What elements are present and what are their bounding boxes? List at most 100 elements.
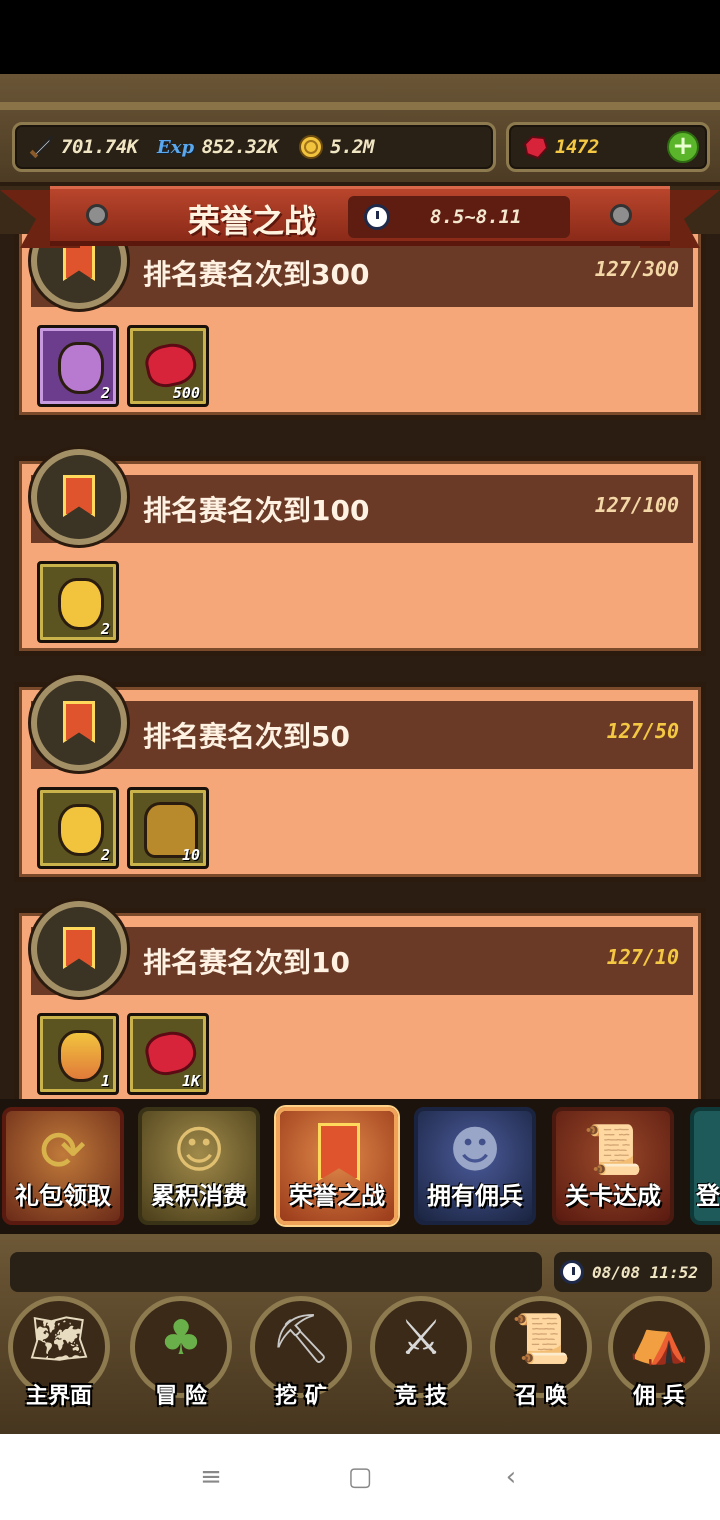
gold-value: 5.2M bbox=[330, 136, 374, 158]
nav-summon[interactable]: 📜 召 唤 bbox=[484, 1296, 598, 1410]
purple-bag-icon bbox=[58, 342, 104, 394]
reward-list: 2 10 bbox=[37, 787, 209, 869]
gold-bag-icon bbox=[58, 578, 104, 630]
mission-progress: 127/50 bbox=[606, 719, 679, 743]
clock-icon bbox=[560, 1260, 584, 1284]
bottom-nav: 08/08 11:52 🗺 主界面 ♣ 冒 险 ⛏ 挖 矿 ⚔ 竞 技 📜 召 … bbox=[0, 1234, 720, 1434]
attack-value: 701.74K bbox=[61, 136, 138, 158]
game-screen: 701.74K Exp 852.32K 5.2M 1472 + 排名赛名次到30… bbox=[0, 74, 720, 1434]
mission-card-2: 排名赛名次到100 127/100 2 bbox=[14, 449, 706, 656]
tab-label: 拥有佣兵 bbox=[427, 1182, 523, 1210]
ruby-icon bbox=[519, 131, 551, 163]
exp-stat: Exp 852.32K bbox=[154, 131, 279, 163]
mission-card-1: 排名赛名次到300 127/300 2 500 bbox=[14, 234, 706, 420]
currency-panel: 701.74K Exp 852.32K 5.2M bbox=[12, 122, 496, 172]
nav-mining[interactable]: ⛏ 挖 矿 bbox=[244, 1296, 358, 1410]
nav-label: 竞 技 bbox=[395, 1384, 447, 1409]
gem-panel: 1472 + bbox=[506, 122, 710, 172]
mission-header: 排名赛名次到50 127/50 bbox=[31, 701, 693, 769]
mission-progress: 127/10 bbox=[606, 945, 679, 969]
clock-display: 08/08 11:52 bbox=[554, 1252, 712, 1292]
tab-cumulative-spend[interactable]: ☺ 累积消费 bbox=[138, 1107, 260, 1225]
nav-arena[interactable]: ⚔ 竞 技 bbox=[364, 1296, 478, 1410]
nav-adventure[interactable]: ♣ 冒 险 bbox=[124, 1296, 238, 1410]
tab-label: 礼包领取 bbox=[15, 1182, 111, 1210]
mixed-bag-icon bbox=[58, 1030, 104, 1082]
nav-main-screen[interactable]: 🗺 主界面 bbox=[2, 1296, 116, 1410]
page-title: 荣誉之战 bbox=[188, 202, 317, 240]
reward-slot[interactable]: 2 bbox=[37, 325, 119, 407]
tab-label: 关卡达成 bbox=[565, 1182, 661, 1210]
reward-slot[interactable]: 2 bbox=[37, 787, 119, 869]
time-text: 08/08 11:52 bbox=[592, 1262, 698, 1282]
reward-slot[interactable]: 500 bbox=[127, 325, 209, 407]
status-bar bbox=[0, 0, 720, 74]
tab-honor-battle[interactable]: 荣誉之战 bbox=[276, 1107, 398, 1225]
reward-count: 2 bbox=[100, 620, 110, 638]
mission-card-3: 排名赛名次到50 127/50 2 10 bbox=[14, 675, 706, 882]
banner-medal-icon bbox=[31, 901, 127, 997]
date-range-text: 8.5~8.11 bbox=[430, 206, 522, 228]
mission-header: 排名赛名次到10 127/10 bbox=[31, 927, 693, 995]
exp-icon: Exp bbox=[157, 136, 195, 158]
tab-label: 累积消费 bbox=[151, 1182, 247, 1210]
reward-list: 1 1K bbox=[37, 1013, 209, 1095]
tab-stage-achievement[interactable]: 📜 关卡达成 bbox=[552, 1107, 674, 1225]
tab-label: 登 bbox=[696, 1182, 720, 1210]
tent-icon: ⛺ bbox=[629, 1311, 689, 1367]
message-ticker bbox=[10, 1252, 542, 1292]
tab-label: 荣誉之战 bbox=[289, 1182, 385, 1210]
add-gems-button[interactable]: + bbox=[667, 131, 699, 163]
mission-header: 排名赛名次到100 127/100 bbox=[31, 475, 693, 543]
mission-progress: 127/100 bbox=[594, 493, 679, 517]
sword-icon bbox=[25, 131, 57, 163]
android-nav-bar: ≡ ▢ ‹ bbox=[0, 1434, 720, 1520]
mission-card-4: 排名赛名次到10 127/10 1 1K bbox=[14, 901, 706, 1099]
nav-label: 冒 险 bbox=[155, 1384, 207, 1409]
event-tabs: ⟳ 礼包领取 ☺ 累积消费 荣誉之战 ☻ 拥有佣兵 📜 关卡达成 登 bbox=[0, 1099, 720, 1234]
reward-count: 2 bbox=[100, 384, 110, 402]
map-scroll-icon: 🗺 bbox=[28, 1311, 90, 1367]
gem-stat: 1472 bbox=[519, 131, 599, 163]
mission-title: 排名赛名次到10 bbox=[143, 946, 350, 979]
mission-list[interactable]: 排名赛名次到300 127/300 2 500 排名赛名次到100 127/10… bbox=[0, 234, 720, 1099]
mission-progress: 127/300 bbox=[594, 257, 679, 281]
menu-icon[interactable]: ≡ bbox=[196, 1462, 226, 1492]
mercenary-portrait-icon: ☻ bbox=[448, 1121, 502, 1179]
home-icon[interactable]: ▢ bbox=[345, 1462, 375, 1492]
tab-login[interactable]: 登 bbox=[690, 1107, 720, 1225]
tab-gift-pack[interactable]: ⟳ 礼包领取 bbox=[2, 1107, 124, 1225]
banner-medal-icon bbox=[31, 675, 127, 771]
tab-owned-mercenaries[interactable]: ☻ 拥有佣兵 bbox=[414, 1107, 536, 1225]
reward-count: 1 bbox=[100, 1072, 110, 1090]
reward-count: 1K bbox=[181, 1072, 200, 1090]
scroll-icon: 📜 bbox=[583, 1122, 643, 1178]
gem-value: 1472 bbox=[555, 136, 599, 158]
reward-slot[interactable]: 10 bbox=[127, 787, 209, 869]
refresh-icon: ⟳ bbox=[39, 1119, 87, 1184]
nav-label: 挖 矿 bbox=[275, 1384, 327, 1409]
back-icon[interactable]: ‹ bbox=[496, 1462, 526, 1492]
event-banner: 荣誉之战 8.5~8.11 bbox=[0, 186, 720, 256]
reward-slot[interactable]: 2 bbox=[37, 561, 119, 643]
event-date-range: 8.5~8.11 bbox=[348, 196, 570, 238]
nav-label: 主界面 bbox=[25, 1384, 92, 1409]
reward-list: 2 bbox=[37, 561, 119, 643]
attack-stat: 701.74K bbox=[25, 131, 138, 163]
nav-label: 召 唤 bbox=[515, 1384, 567, 1409]
reward-slot[interactable]: 1K bbox=[127, 1013, 209, 1095]
mission-title: 排名赛名次到50 bbox=[143, 720, 350, 753]
gold-bag-icon bbox=[58, 804, 104, 856]
coin-icon bbox=[294, 131, 326, 163]
bolt-icon bbox=[610, 204, 632, 226]
crossed-swords-icon: ⚔ bbox=[399, 1310, 443, 1366]
reward-slot[interactable]: 1 bbox=[37, 1013, 119, 1095]
island-icon: ♣ bbox=[159, 1310, 203, 1366]
summon-scroll-icon: 📜 bbox=[511, 1311, 571, 1367]
pickaxe-icon: ⛏ bbox=[270, 1311, 332, 1367]
golden-hero-icon: ☺ bbox=[172, 1121, 226, 1179]
nav-mercenary[interactable]: ⛺ 佣 兵 bbox=[602, 1296, 716, 1410]
reward-count: 500 bbox=[172, 384, 200, 402]
reward-count: 10 bbox=[181, 846, 200, 864]
banner-medal-icon bbox=[31, 449, 127, 545]
